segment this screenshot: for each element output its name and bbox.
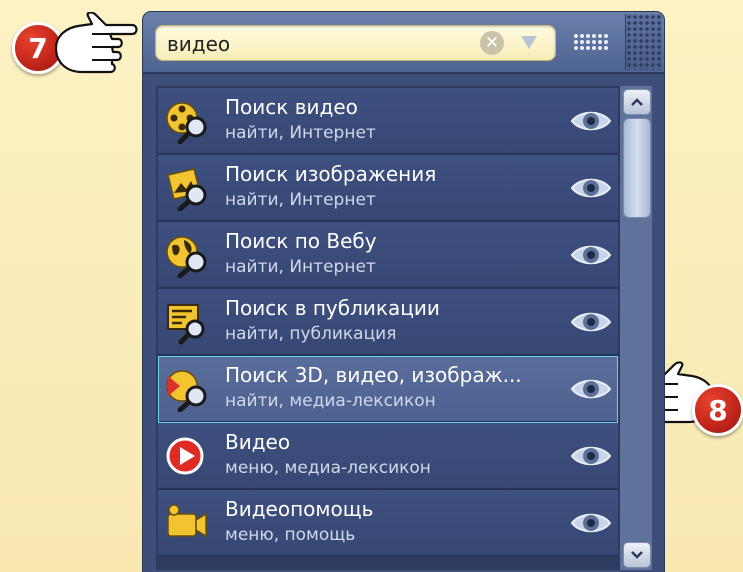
results-scrollbar[interactable] [620, 86, 652, 570]
result-item-video-search[interactable]: Поиск видео найти, Интернет [158, 88, 618, 155]
eye-preview-icon[interactable] [570, 443, 612, 469]
scroll-down-button[interactable] [623, 542, 651, 568]
panel-grip-handle[interactable] [625, 14, 662, 70]
results-list: Поиск видео найти, Интернет Поиск изобра… [156, 86, 620, 570]
result-subtitle: найти, публикация [225, 324, 397, 344]
search-toolbar: ✕ [143, 12, 664, 74]
search-input[interactable] [165, 30, 469, 58]
dropdown-arrow-icon[interactable] [521, 36, 537, 49]
result-item-image-search[interactable]: Поиск изображения найти, Интернет [158, 155, 618, 222]
result-item-web-search[interactable]: Поиск по Вебу найти, Интернет [158, 222, 618, 289]
film-search-icon [166, 102, 207, 144]
eye-preview-icon[interactable] [570, 376, 612, 402]
result-title: Поиск в публикации [225, 296, 440, 320]
result-item-video-help[interactable]: Видеопомощь меню, помощь [158, 490, 618, 557]
result-title: Поиск 3D, видео, изображ... [225, 363, 522, 387]
result-item-media-search[interactable]: Поиск 3D, видео, изображ... найти, медиа… [158, 356, 618, 423]
result-title: Поиск изображения [225, 162, 437, 186]
search-panel: ✕ Поиск видео найти, Интернет [143, 12, 664, 572]
scroll-up-button[interactable] [623, 89, 651, 115]
eye-preview-icon[interactable] [570, 175, 612, 201]
result-title: Видеопомощь [225, 497, 374, 521]
scroll-thumb[interactable] [623, 118, 651, 218]
dot-grid-view-icon[interactable] [571, 29, 611, 55]
globe-search-icon [166, 236, 207, 278]
video-play-icon [166, 437, 204, 475]
result-title: Поиск по Вебу [225, 229, 377, 253]
video-camera-icon [167, 504, 207, 538]
media-search-icon [166, 370, 207, 412]
callout-7: 7 [12, 12, 138, 82]
result-subtitle: меню, медиа-лексикон [225, 458, 431, 478]
result-subtitle: найти, медиа-лексикон [225, 391, 436, 411]
result-title: Видео [225, 430, 291, 454]
result-subtitle: найти, Интернет [225, 190, 376, 210]
callout-badge-8: 8 [692, 384, 743, 436]
pointing-hand-icon [54, 12, 138, 74]
result-item-video-menu[interactable]: Видео меню, медиа-лексикон [158, 423, 618, 490]
eye-preview-icon[interactable] [570, 309, 612, 335]
result-subtitle: меню, помощь [225, 525, 356, 545]
result-item-publication-search[interactable]: Поиск в публикации найти, публикация [158, 289, 618, 356]
clear-search-icon[interactable]: ✕ [480, 31, 504, 55]
result-title: Поиск видео [225, 95, 358, 119]
chevron-down-icon [631, 551, 643, 559]
publication-search-icon [167, 304, 205, 345]
result-subtitle: найти, Интернет [225, 123, 376, 143]
result-subtitle: найти, Интернет [225, 257, 376, 277]
eye-preview-icon[interactable] [570, 242, 612, 268]
chevron-up-icon [631, 98, 643, 106]
image-search-icon [167, 168, 207, 211]
eye-preview-icon[interactable] [570, 510, 612, 536]
eye-preview-icon[interactable] [570, 108, 612, 134]
search-box: ✕ [155, 25, 556, 61]
